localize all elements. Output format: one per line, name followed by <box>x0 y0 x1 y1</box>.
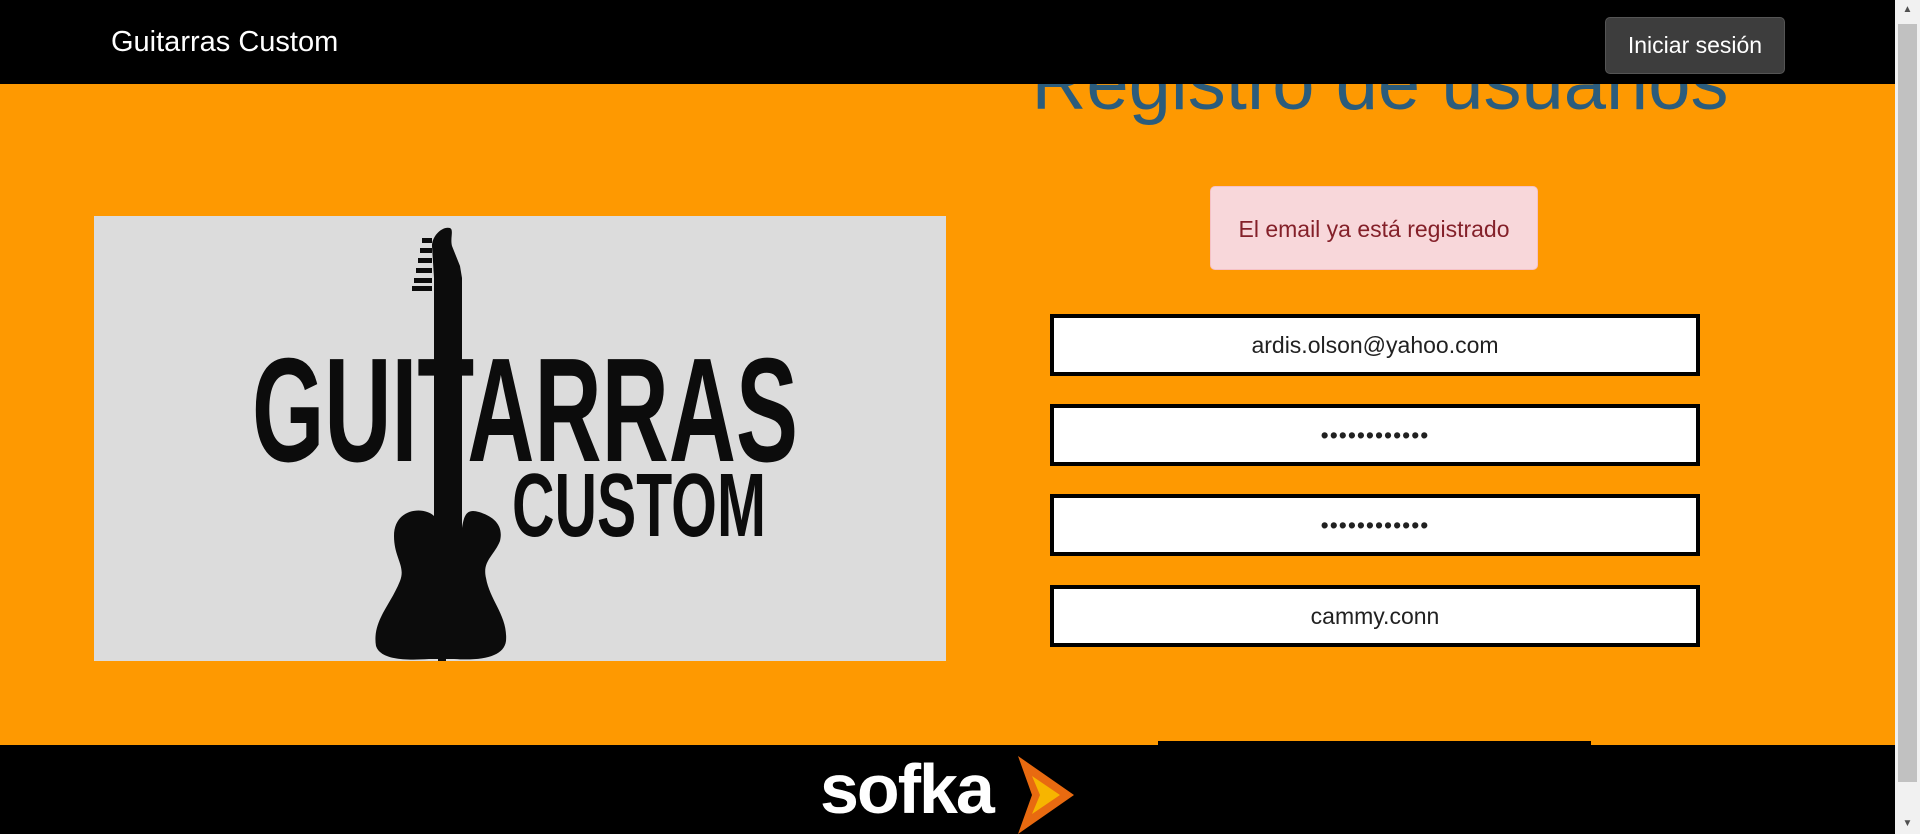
scrollbar-thumb[interactable] <box>1898 24 1917 782</box>
login-button[interactable]: Iniciar sesión <box>1605 17 1785 74</box>
password-field[interactable] <box>1050 404 1700 466</box>
sofka-chevron-icon <box>1018 756 1074 834</box>
guitar-silhouette-icon: GUITARRAS CUSTOM <box>252 227 798 661</box>
navbar-brand[interactable]: Guitarras Custom <box>111 22 338 62</box>
guitarras-custom-logo: GUITARRAS CUSTOM <box>94 216 946 661</box>
vertical-scrollbar[interactable]: ▲ ▼ <box>1895 0 1920 834</box>
email-field[interactable] <box>1050 314 1700 376</box>
main-section: Registro de usuarios GUITARRAS CUSTOM <box>0 0 1895 747</box>
error-alert: El email ya está registrado <box>1210 186 1538 270</box>
logo-word-custom: CUSTOM <box>512 456 766 556</box>
navbar: Guitarras Custom Iniciar sesión <box>0 0 1895 84</box>
username-field[interactable] <box>1050 585 1700 647</box>
page: Registro de usuarios GUITARRAS CUSTOM <box>0 0 1895 834</box>
password-confirm-field[interactable] <box>1050 494 1700 556</box>
scroll-up-icon[interactable]: ▲ <box>1895 0 1920 20</box>
scroll-down-icon[interactable]: ▼ <box>1895 814 1920 834</box>
sofka-wordmark: sofka <box>820 750 995 828</box>
